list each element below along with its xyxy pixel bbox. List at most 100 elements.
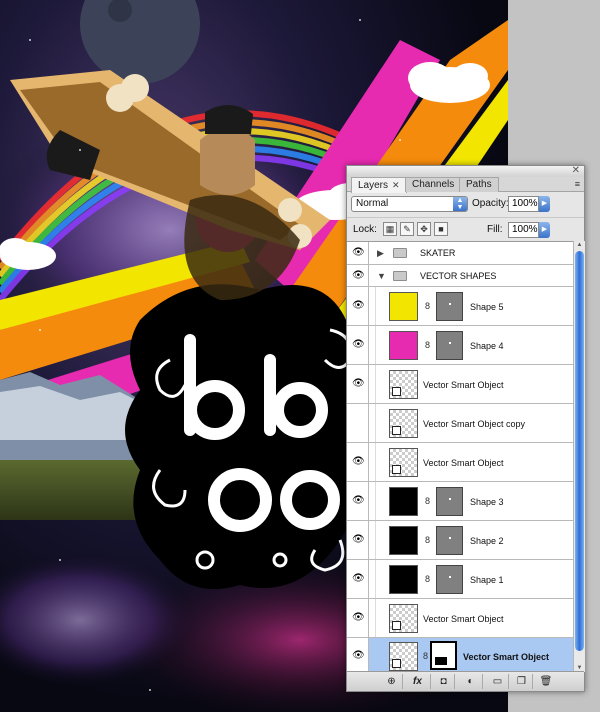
layer-name: Shape 5 <box>470 302 504 312</box>
scroll-up-icon[interactable]: ▲ <box>574 241 585 249</box>
fx-icon[interactable]: fx <box>405 674 431 689</box>
layer-row[interactable]: 👁 Vector Smart Object <box>347 599 573 638</box>
folder-icon <box>393 271 407 281</box>
visibility-toggle[interactable]: 👁 <box>347 287 369 325</box>
mask-icon[interactable]: ◘ <box>433 674 455 689</box>
layer-row[interactable]: 👁 8 Shape 5 <box>347 287 573 326</box>
panel-footer: ⊕ fx ◘ ◐ ▭ ❐ 🗑 <box>347 671 584 691</box>
scroll-thumb[interactable] <box>575 251 584 651</box>
lock-image-icon[interactable]: ✎ <box>400 222 414 236</box>
fill-field[interactable]: 100% <box>508 222 539 238</box>
eye-icon: 👁 <box>352 300 365 311</box>
panel-tabs: Layers ✕ Channels Paths ≡ <box>347 177 584 193</box>
layers-list: 👁 ▶ SKATER 👁 ▼ VECTOR SHAPES 👁 8 Shape 5… <box>347 241 573 672</box>
layer-row-selected[interactable]: 👁 8 Vector Smart Object <box>347 638 573 672</box>
indent-guide <box>375 326 376 364</box>
visibility-toggle[interactable]: 👁 <box>347 599 369 637</box>
visibility-toggle[interactable]: 👁 <box>347 482 369 520</box>
layer-mask-thumbnail[interactable] <box>430 641 457 670</box>
tab-paths[interactable]: Paths <box>459 177 499 192</box>
layer-name: Shape 3 <box>470 497 504 507</box>
tab-channels[interactable]: Channels <box>405 177 462 192</box>
link-icon[interactable]: 8 <box>425 574 430 584</box>
vector-mask-thumbnail[interactable] <box>436 565 463 594</box>
layer-thumbnail <box>389 604 418 633</box>
layer-name: Vector Smart Object <box>423 458 504 468</box>
link-layers-icon[interactable]: ⊕ <box>381 674 403 689</box>
tab-layers-label: Layers <box>358 180 389 191</box>
opacity-field[interactable]: 100% <box>508 196 539 212</box>
indent-guide <box>375 560 376 598</box>
link-icon[interactable]: 8 <box>425 496 430 506</box>
layer-thumbnail <box>389 642 418 671</box>
vector-mask-thumbnail[interactable] <box>436 526 463 555</box>
visibility-toggle[interactable]: 👁 <box>347 265 369 286</box>
eye-icon: 👁 <box>352 456 365 467</box>
link-icon[interactable]: 8 <box>425 535 430 545</box>
layer-row[interactable]: 👁 Vector Smart Object <box>347 443 573 482</box>
layer-name: Vector Smart Object copy <box>423 419 526 429</box>
layer-row[interactable]: 👁 8 Shape 2 <box>347 521 573 560</box>
folder-icon <box>393 248 407 258</box>
layer-group-vector-shapes[interactable]: 👁 ▼ VECTOR SHAPES <box>347 265 573 287</box>
lock-position-icon[interactable]: ✥ <box>417 222 431 236</box>
smart-object-icon <box>392 621 401 630</box>
indent-guide <box>375 287 376 325</box>
tab-close-icon[interactable]: ✕ <box>392 180 400 190</box>
eye-icon: 👁 <box>352 573 365 584</box>
layer-name: Shape 4 <box>470 341 504 351</box>
layer-row[interactable]: • Vector Smart Object copy <box>347 404 573 443</box>
vector-mask-thumbnail[interactable] <box>436 487 463 516</box>
link-icon[interactable]: 8 <box>425 301 430 311</box>
adjustment-icon[interactable]: ◐ <box>459 674 483 689</box>
layer-thumbnail <box>389 487 418 516</box>
visibility-toggle[interactable]: 👁 <box>347 443 369 481</box>
layer-thumbnail <box>389 409 418 438</box>
layers-scrollbar[interactable]: ▲ ▼ <box>573 241 585 672</box>
visibility-toggle[interactable]: 👁 <box>347 365 369 403</box>
layer-thumbnail <box>389 292 418 321</box>
visibility-toggle[interactable]: 👁 <box>347 638 369 672</box>
lock-transparent-icon[interactable]: ▦ <box>383 222 397 236</box>
layer-row[interactable]: 👁 8 Shape 4 <box>347 326 573 365</box>
visibility-toggle[interactable]: 👁 <box>347 560 369 598</box>
visibility-toggle[interactable]: 👁 <box>347 242 369 264</box>
blend-row: Normal ▲ ▼ Opacity: 100% ▶ <box>347 193 584 213</box>
layer-group-skater[interactable]: 👁 ▶ SKATER <box>347 242 573 265</box>
indent-guide <box>375 443 376 481</box>
layer-row[interactable]: 👁 8 Shape 3 <box>347 482 573 521</box>
link-icon[interactable]: 8 <box>423 651 428 661</box>
visibility-toggle[interactable]: 👁 <box>347 521 369 559</box>
chevron-updown-icon: ▲ ▼ <box>453 197 467 211</box>
visibility-toggle[interactable]: • <box>347 404 369 442</box>
close-icon[interactable]: ✕ <box>572 165 580 176</box>
layer-thumbnail <box>389 448 418 477</box>
fill-slider-button[interactable]: ▶ <box>539 222 550 238</box>
chevron-down-icon[interactable]: ▼ <box>377 271 386 281</box>
eye-icon: 👁 <box>352 269 365 281</box>
opacity-slider-button[interactable]: ▶ <box>539 196 550 212</box>
lock-all-icon[interactable]: ■ <box>434 222 448 236</box>
link-icon[interactable]: 8 <box>425 340 430 350</box>
panel-menu-icon[interactable]: ≡ <box>575 179 580 189</box>
indent-guide <box>375 365 376 403</box>
blend-mode-select[interactable]: Normal ▲ ▼ <box>351 196 468 212</box>
eye-icon: 👁 <box>352 378 365 389</box>
new-layer-icon[interactable]: ❐ <box>511 674 533 689</box>
layers-panel: ✕ Layers ✕ Channels Paths ≡ Normal ▲ ▼ Opa… <box>346 165 585 692</box>
layer-name: Vector Smart Object <box>423 614 504 624</box>
layer-row[interactable]: 👁 Vector Smart Object <box>347 365 573 404</box>
visibility-toggle[interactable]: 👁 <box>347 326 369 364</box>
vector-mask-thumbnail[interactable] <box>436 292 463 321</box>
layer-thumbnail <box>389 565 418 594</box>
eye-icon: 👁 <box>352 247 365 258</box>
tab-layers[interactable]: Layers ✕ <box>351 177 407 193</box>
layer-row[interactable]: 👁 8 Shape 1 <box>347 560 573 599</box>
folder-icon[interactable]: ▭ <box>487 674 509 689</box>
trash-icon[interactable]: 🗑 <box>535 674 557 689</box>
chevron-right-icon[interactable]: ▶ <box>377 248 384 259</box>
layer-thumbnail <box>389 370 418 399</box>
vector-mask-thumbnail[interactable] <box>436 331 463 360</box>
lock-label: Lock: <box>353 224 377 235</box>
panel-titlebar[interactable]: ✕ <box>347 165 584 177</box>
